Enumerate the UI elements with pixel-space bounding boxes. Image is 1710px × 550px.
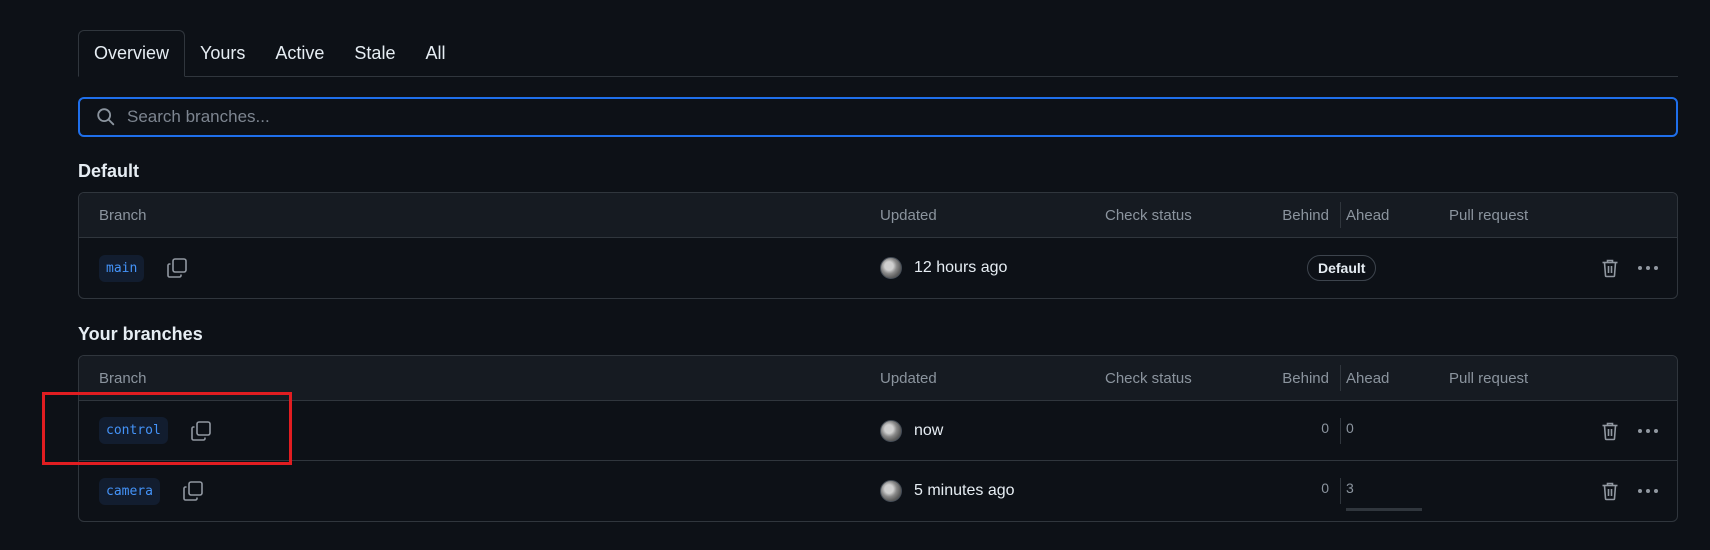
default-badge: Default (1307, 255, 1377, 281)
more-options-icon[interactable] (1637, 257, 1659, 279)
your-branches-table: Branch Updated Check status Behind Ahead… (78, 355, 1678, 522)
branch-filter-tabs: Overview Yours Active Stale All (78, 30, 1678, 77)
delete-icon[interactable] (1599, 480, 1621, 502)
search-icon (97, 108, 115, 126)
behind-ahead-divider (1340, 461, 1341, 521)
tab-overview[interactable]: Overview (78, 30, 186, 77)
more-options-icon[interactable] (1637, 420, 1659, 442)
col-updated: Updated (880, 369, 937, 387)
col-ahead: Ahead (1346, 369, 1390, 387)
col-updated: Updated (880, 206, 937, 224)
col-branch: Branch (99, 206, 147, 224)
col-behind: Behind (1282, 206, 1329, 224)
col-pull-request: Pull request (1449, 206, 1529, 224)
avatar[interactable] (880, 419, 902, 442)
delete-icon[interactable] (1599, 420, 1621, 442)
table-row: main 12 hours ago Default (79, 238, 1677, 298)
behind-count: 0 (1179, 401, 1335, 460)
updated-cell: now (880, 401, 943, 460)
copy-icon[interactable] (188, 418, 214, 444)
behind-value: 0 (1321, 419, 1329, 436)
updated-time: 5 minutes ago (914, 482, 1015, 499)
col-divider (1340, 356, 1341, 400)
branches-page: Overview Yours Active Stale All Default … (0, 0, 1710, 550)
behind-ahead-cell: Default (1307, 238, 1377, 298)
search-box[interactable] (78, 97, 1678, 137)
ahead-value: 0 (1346, 419, 1354, 436)
table-header: Branch Updated Check status Behind Ahead… (79, 356, 1677, 401)
delete-icon[interactable] (1599, 257, 1621, 279)
table-row: camera 5 minutes ago 0 3 (79, 461, 1677, 521)
updated-time: 12 hours ago (914, 259, 1008, 276)
table-header: Branch Updated Check status Behind Ahead… (79, 193, 1677, 238)
branch-cell: camera (99, 461, 206, 521)
copy-icon[interactable] (164, 255, 190, 281)
copy-icon[interactable] (180, 478, 206, 504)
col-ahead: Ahead (1346, 206, 1390, 224)
updated-cell: 12 hours ago (880, 238, 1007, 298)
row-actions (1599, 461, 1659, 521)
ahead-count: 3 (1346, 461, 1354, 521)
col-branch: Branch (99, 369, 147, 387)
row-actions (1599, 401, 1659, 460)
branch-cell: main (99, 238, 190, 298)
tab-stale[interactable]: Stale (339, 30, 410, 76)
behind-ahead-divider (1340, 401, 1341, 460)
col-behind: Behind (1282, 369, 1329, 387)
behind-value: 0 (1321, 480, 1329, 496)
tab-active[interactable]: Active (260, 30, 339, 76)
updated-time: now (914, 421, 944, 439)
tab-all[interactable]: All (410, 30, 460, 76)
your-branches-section-title: Your branches (78, 324, 203, 344)
tab-yours[interactable]: Yours (185, 30, 260, 76)
default-branches-table: Branch Updated Check status Behind Ahead… (78, 192, 1678, 299)
more-options-icon[interactable] (1637, 480, 1659, 502)
avatar[interactable] (880, 257, 902, 279)
branch-cell: control (99, 401, 214, 460)
col-divider (1340, 193, 1341, 237)
col-pull-request: Pull request (1449, 369, 1529, 387)
ahead-count: 0 (1346, 401, 1354, 460)
row-actions (1599, 238, 1659, 298)
branch-link[interactable]: main (99, 254, 145, 282)
avatar[interactable] (880, 480, 902, 502)
table-row: control now 0 0 (79, 401, 1677, 461)
search-input[interactable] (127, 99, 1676, 135)
default-section-title: Default (78, 161, 140, 181)
branch-link[interactable]: camera (99, 477, 160, 505)
ahead-value: 3 (1346, 480, 1354, 496)
updated-cell: 5 minutes ago (880, 461, 1015, 521)
branch-link[interactable]: control (99, 417, 168, 444)
ahead-bar (1346, 508, 1422, 511)
behind-count: 0 (1179, 461, 1335, 521)
